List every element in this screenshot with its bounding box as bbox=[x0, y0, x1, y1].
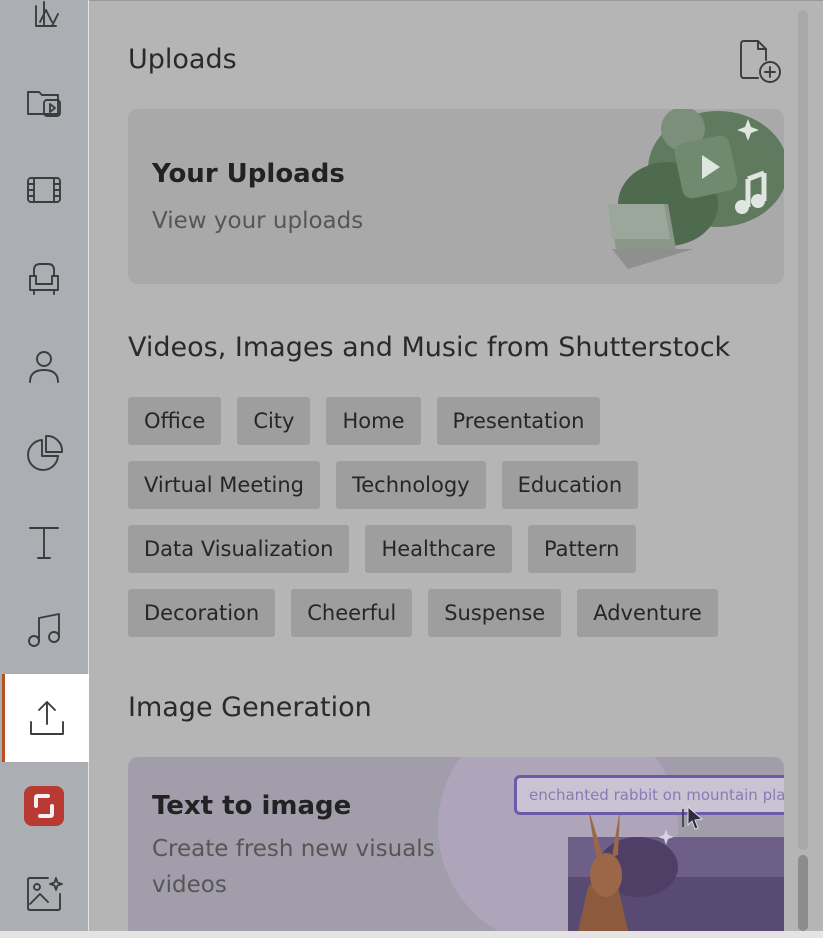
rail-item-videos[interactable] bbox=[0, 146, 88, 234]
rail-item-uploads[interactable] bbox=[2, 674, 91, 762]
scrollbar-thumb[interactable] bbox=[798, 855, 808, 931]
uploads-illustration-icon bbox=[608, 109, 784, 269]
rail-item-shutterstock[interactable] bbox=[0, 762, 88, 850]
chip-data-visualization[interactable]: Data Visualization bbox=[128, 525, 350, 573]
music-note-icon bbox=[28, 613, 60, 647]
prompt-example-field: enchanted rabbit on mountain pla bbox=[514, 775, 784, 815]
armchair-icon bbox=[29, 263, 59, 295]
uploads-title: Uploads bbox=[128, 44, 237, 75]
chip-office[interactable]: Office bbox=[128, 397, 222, 445]
rail-item-elements[interactable] bbox=[0, 234, 88, 322]
pie-chart-icon bbox=[27, 435, 63, 471]
your-uploads-title: Your Uploads bbox=[152, 159, 345, 189]
film-icon bbox=[27, 177, 61, 203]
text-to-image-card[interactable]: Text to image Create fresh new visuals f… bbox=[128, 757, 784, 931]
chip-cheerful[interactable]: Cheerful bbox=[291, 589, 413, 637]
image-generation-title: Image Generation bbox=[128, 692, 372, 723]
rail-item-characters[interactable] bbox=[0, 322, 88, 410]
chip-education[interactable]: Education bbox=[501, 461, 639, 509]
side-rail bbox=[0, 0, 91, 931]
shutterstock-logo-icon bbox=[24, 786, 64, 826]
text-to-image-subtitle-line2: videos bbox=[152, 872, 227, 898]
chip-city[interactable]: City bbox=[237, 397, 311, 445]
text-icon bbox=[29, 527, 59, 559]
design-tools-icon bbox=[35, 1, 59, 27]
your-uploads-card[interactable]: Your Uploads View your uploads bbox=[128, 109, 784, 284]
chip-technology[interactable]: Technology bbox=[335, 461, 486, 509]
chip-virtual-meeting[interactable]: Virtual Meeting bbox=[128, 461, 320, 509]
person-icon bbox=[29, 351, 59, 383]
rail-item-charts[interactable] bbox=[0, 410, 88, 498]
chip-decoration[interactable]: Decoration bbox=[128, 589, 276, 637]
upload-icon bbox=[29, 701, 64, 735]
text-to-image-title: Text to image bbox=[152, 791, 352, 821]
your-uploads-subtitle: View your uploads bbox=[152, 208, 364, 234]
chip-row: Office City Home Presentation bbox=[128, 397, 788, 445]
chip-pattern[interactable]: Pattern bbox=[527, 525, 636, 573]
chip-row: Decoration Cheerful Suspense Adventure bbox=[128, 589, 788, 637]
shutterstock-title: Videos, Images and Music from Shuttersto… bbox=[128, 332, 731, 363]
chip-suspense[interactable]: Suspense bbox=[428, 589, 562, 637]
image-sparkle-icon bbox=[27, 877, 63, 911]
rail-item-ai-images[interactable] bbox=[0, 850, 88, 938]
chip-healthcare[interactable]: Healthcare bbox=[365, 525, 512, 573]
rail-item-text[interactable] bbox=[0, 498, 88, 586]
scrollbar-track[interactable] bbox=[798, 10, 808, 850]
active-indicator bbox=[2, 674, 5, 762]
chip-adventure[interactable]: Adventure bbox=[577, 589, 718, 637]
rail-item-music[interactable] bbox=[0, 586, 88, 674]
chip-presentation[interactable]: Presentation bbox=[436, 397, 601, 445]
rail-item-media[interactable] bbox=[0, 58, 88, 146]
category-chips: Office City Home Presentation Virtual Me… bbox=[128, 397, 788, 653]
chip-home[interactable]: Home bbox=[326, 397, 421, 445]
chip-row: Virtual Meeting Technology Education bbox=[128, 461, 788, 509]
rail-item-design[interactable] bbox=[0, 0, 88, 58]
add-file-icon[interactable] bbox=[734, 36, 784, 86]
chip-row: Data Visualization Healthcare Pattern bbox=[128, 525, 788, 573]
media-folder-icon bbox=[27, 91, 61, 117]
mouse-cursor-icon bbox=[682, 805, 704, 830]
